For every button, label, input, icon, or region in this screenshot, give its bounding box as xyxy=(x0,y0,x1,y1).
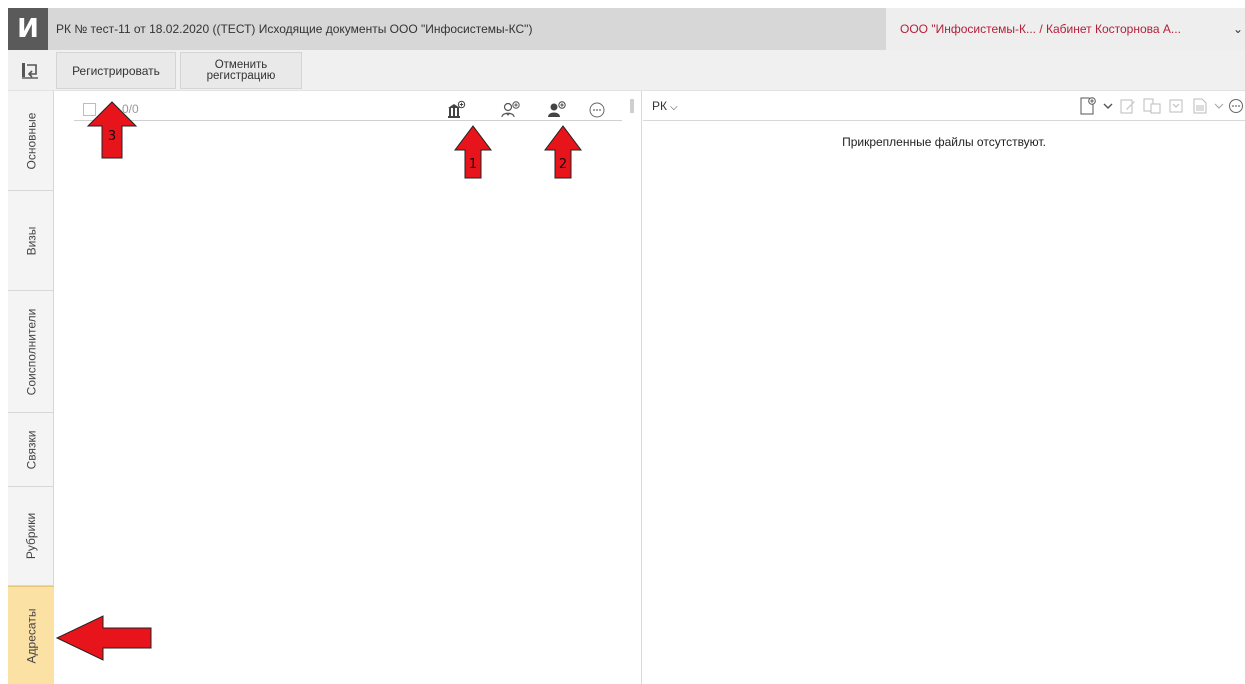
register-button[interactable]: Регистрировать xyxy=(56,52,176,89)
document-title: РК № тест-11 от 18.02.2020 ((ТЕСТ) Исход… xyxy=(56,22,533,36)
files-tools xyxy=(1077,95,1245,117)
tab-rubrics[interactable]: Рубрики xyxy=(8,487,54,586)
app-logo: И xyxy=(8,8,48,50)
chevron-down-icon: ⌵ xyxy=(670,102,678,113)
return-button[interactable] xyxy=(8,50,52,90)
return-icon xyxy=(22,63,38,79)
rk-dropdown-label: РК xyxy=(652,99,667,113)
addressees-panel: 0/0 xyxy=(54,91,628,684)
annotation-arrow-1: 1 xyxy=(454,125,492,179)
more-options-button[interactable] xyxy=(585,99,609,121)
add-person-icon xyxy=(501,101,520,118)
document-icon xyxy=(1193,98,1207,114)
no-files-message: Прикрепленные файлы отсутствуют. xyxy=(842,135,1046,149)
tab-label: Соисполнители xyxy=(24,308,38,395)
annotation-arrow-2: 2 xyxy=(544,125,582,179)
splitter-grip[interactable] xyxy=(630,99,634,113)
tab-visas[interactable]: Визы xyxy=(8,191,54,291)
toolbar: Регистрировать Отменить регистрацию xyxy=(8,50,1245,91)
tab-label: Связки xyxy=(23,430,38,469)
annotation-arrow-left xyxy=(55,615,152,661)
sign-button[interactable] xyxy=(1141,95,1163,117)
sign-icon xyxy=(1143,98,1161,114)
add-contact-button[interactable] xyxy=(545,99,569,121)
annotation-label-1: 1 xyxy=(469,157,477,172)
org-cabinet-label: ООО "Инфосистемы-К... / Кабинет Косторно… xyxy=(900,22,1181,36)
new-file-dropdown[interactable] xyxy=(1101,95,1115,117)
chevron-down-icon xyxy=(1214,103,1224,109)
add-organization-icon xyxy=(448,100,466,118)
add-organization-button[interactable] xyxy=(444,99,468,121)
document-dropdown[interactable] xyxy=(1213,95,1225,117)
files-panel: РК ⌵ Прикрепленные файлы отсутствуют. xyxy=(643,91,1245,684)
cancel-registration-button[interactable]: Отменить регистрацию xyxy=(180,52,302,89)
tab-label: Визы xyxy=(24,226,38,255)
annotation-arrow-3: 3 xyxy=(86,101,138,159)
files-header: РК ⌵ xyxy=(643,91,1245,121)
chevron-down-icon[interactable]: ⌄ xyxy=(1233,8,1243,50)
side-tabs: Основные Визы Соисполнители Связки Рубри… xyxy=(8,91,54,684)
chevron-down-icon xyxy=(1103,103,1113,109)
tab-links[interactable]: Связки xyxy=(8,413,54,487)
more-icon xyxy=(589,102,605,118)
addressees-header: 0/0 xyxy=(74,99,622,121)
scan-icon xyxy=(1169,99,1183,113)
add-person-button[interactable] xyxy=(499,99,523,121)
edit-button[interactable] xyxy=(1117,95,1139,117)
annotation-label-2: 2 xyxy=(559,157,567,172)
rk-dropdown[interactable]: РК ⌵ xyxy=(652,99,678,113)
document-button[interactable] xyxy=(1189,95,1211,117)
tab-main[interactable]: Основные xyxy=(8,91,54,191)
title-bar: И РК № тест-11 от 18.02.2020 ((ТЕСТ) Исх… xyxy=(8,8,1245,50)
annotation-label-3: 3 xyxy=(108,129,116,144)
tab-addressees[interactable]: Адресаты xyxy=(8,586,54,684)
edit-icon xyxy=(1120,99,1135,114)
scan-button[interactable] xyxy=(1165,95,1187,117)
tab-label: Рубрики xyxy=(24,512,38,560)
tab-label: Основные xyxy=(24,112,38,169)
add-contact-icon xyxy=(548,101,566,117)
new-file-button[interactable] xyxy=(1077,95,1099,117)
more-files-button[interactable] xyxy=(1227,95,1245,117)
new-file-icon xyxy=(1080,97,1096,115)
tab-coexecutors[interactable]: Соисполнители xyxy=(8,291,54,413)
tab-label: Адресаты xyxy=(24,608,39,663)
org-cabinet-selector[interactable]: ООО "Инфосистемы-К... / Кабинет Косторно… xyxy=(886,8,1245,50)
more-icon xyxy=(1229,99,1243,113)
panel-splitter[interactable] xyxy=(628,91,642,684)
